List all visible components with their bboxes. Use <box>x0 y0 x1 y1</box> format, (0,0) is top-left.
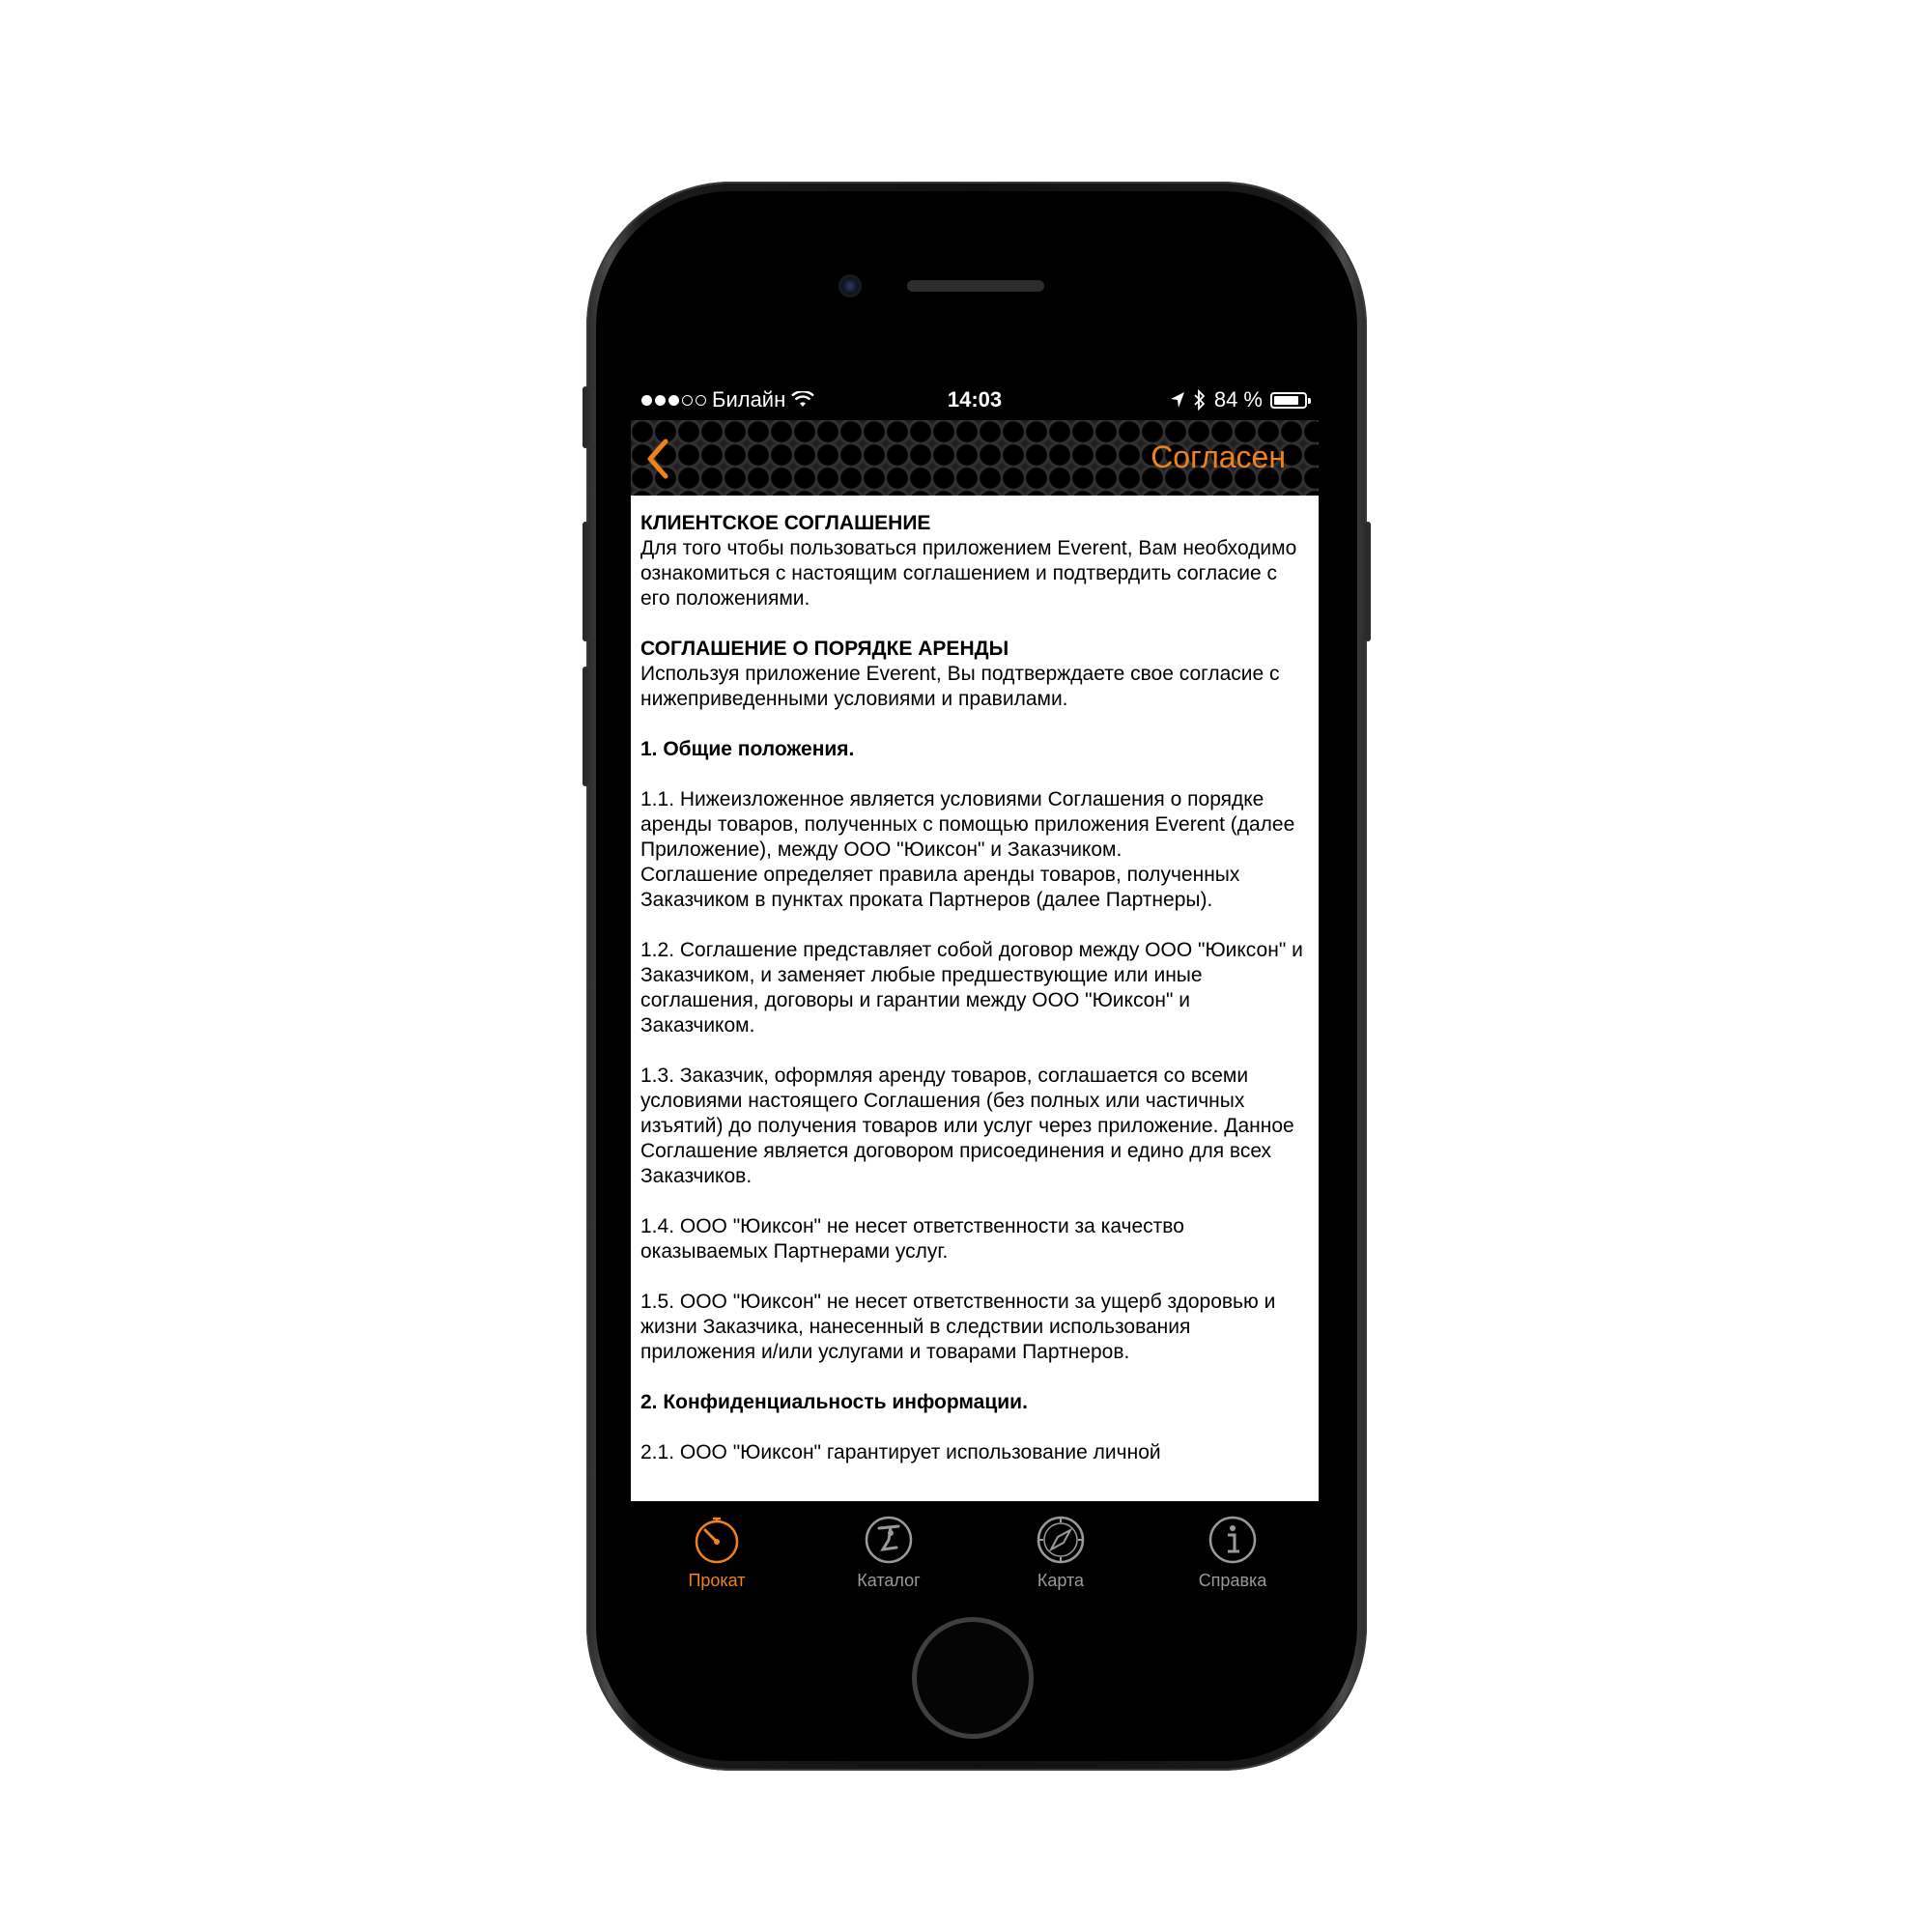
agreement-block-1: КЛИЕНТСКОЕ СОГЛАШЕНИЕ Для того чтобы пол… <box>640 511 1307 611</box>
clause-1-4: 1.4. ООО "Юиксон" не несет ответственнос… <box>640 1215 1184 1263</box>
rental-agreement-intro: Используя приложение Everent, Вы подтвер… <box>640 663 1280 710</box>
volume-down-button <box>582 667 588 786</box>
power-button <box>1365 522 1371 641</box>
signal-dot <box>668 394 679 406</box>
info-icon <box>1208 1516 1257 1564</box>
agreement-block-2: СОГЛАШЕНИЕ О ПОРЯДКЕ АРЕНДЫ Используя пр… <box>640 637 1307 712</box>
battery-icon <box>1270 391 1311 409</box>
clause-1-1a: 1.1. Нижеизложенное является условиями С… <box>640 788 1295 861</box>
back-button[interactable] <box>637 430 691 486</box>
bluetooth-icon <box>1194 389 1206 411</box>
section-heading-2: 2. Конфиденциальность информации. <box>640 1391 1028 1413</box>
tab-catalog-label: Каталог <box>857 1571 921 1590</box>
battery-percent: 84 % <box>1213 387 1263 412</box>
battery-fill <box>1274 395 1299 405</box>
signal-dot <box>641 394 652 406</box>
tab-help-label: Справка <box>1198 1571 1267 1590</box>
tab-map[interactable]: Карта <box>975 1501 1147 1604</box>
front-camera <box>838 274 862 298</box>
earpiece-speaker <box>907 280 1044 292</box>
agreement-title: КЛИЕНТСКОЕ СОГЛАШЕНИЕ <box>640 512 931 534</box>
signal-strength-icon <box>641 394 706 406</box>
agreement-text: КЛИЕНТСКОЕ СОГЛАШЕНИЕ Для того чтобы пол… <box>640 511 1307 1491</box>
signal-dot <box>696 394 706 406</box>
clause-2-1: 2.1. ООО "Юиксон" гарантирует использова… <box>640 1441 1161 1463</box>
rental-agreement-title: СОГЛАШЕНИЕ О ПОРЯДКЕ АРЕНДЫ <box>640 638 1009 660</box>
volume-up-button <box>582 522 588 641</box>
tab-rental-label: Прокат <box>688 1571 746 1590</box>
tab-map-label: Карта <box>1037 1571 1085 1590</box>
status-left: Билайн <box>641 387 815 412</box>
ski-lift-icon <box>865 1516 913 1564</box>
location-arrow-icon <box>1170 392 1184 408</box>
agree-button[interactable]: Согласен <box>1151 440 1286 475</box>
wifi-icon <box>791 391 815 407</box>
clause-1-1b: Соглашение определяет правила аренды тов… <box>640 864 1240 911</box>
navigation-bar: Согласен <box>631 420 1319 496</box>
tab-help[interactable]: Справка <box>1147 1501 1319 1604</box>
status-right: 84 % <box>1170 387 1311 412</box>
signal-dot <box>655 394 666 406</box>
agreement-intro: Для того чтобы пользоваться приложением … <box>640 537 1297 610</box>
stopwatch-icon <box>695 1517 739 1564</box>
clause-1-3: 1.3. Заказчик, оформляя аренду товаров, … <box>640 1065 1294 1187</box>
tab-catalog[interactable]: Каталог <box>803 1501 975 1604</box>
chevron-left-icon <box>647 439 668 479</box>
carrier-name: Билайн <box>712 387 786 412</box>
clause-1-5: 1.5. ООО "Юиксон" не несет ответственнос… <box>640 1291 1276 1363</box>
clause-1-2: 1.2. Соглашение представляет собой догов… <box>640 939 1303 1037</box>
compass-icon <box>1037 1516 1085 1564</box>
mute-switch <box>582 386 588 448</box>
tab-rental[interactable]: Прокат <box>631 1501 803 1604</box>
signal-dot <box>682 394 693 406</box>
home-button[interactable] <box>912 1617 1034 1739</box>
section-heading-1: 1. Общие положения. <box>640 738 855 760</box>
tab-bar: Прокат Каталог Карта Справка <box>631 1501 1319 1604</box>
screen: Билайн 14:03 84 % Согласен КЛИЕНТСКОЕ СО… <box>631 382 1319 1604</box>
status-bar: Билайн 14:03 84 % <box>631 382 1319 420</box>
agreement-content[interactable]: КЛИЕНТСКОЕ СОГЛАШЕНИЕ Для того чтобы пол… <box>631 496 1319 1501</box>
